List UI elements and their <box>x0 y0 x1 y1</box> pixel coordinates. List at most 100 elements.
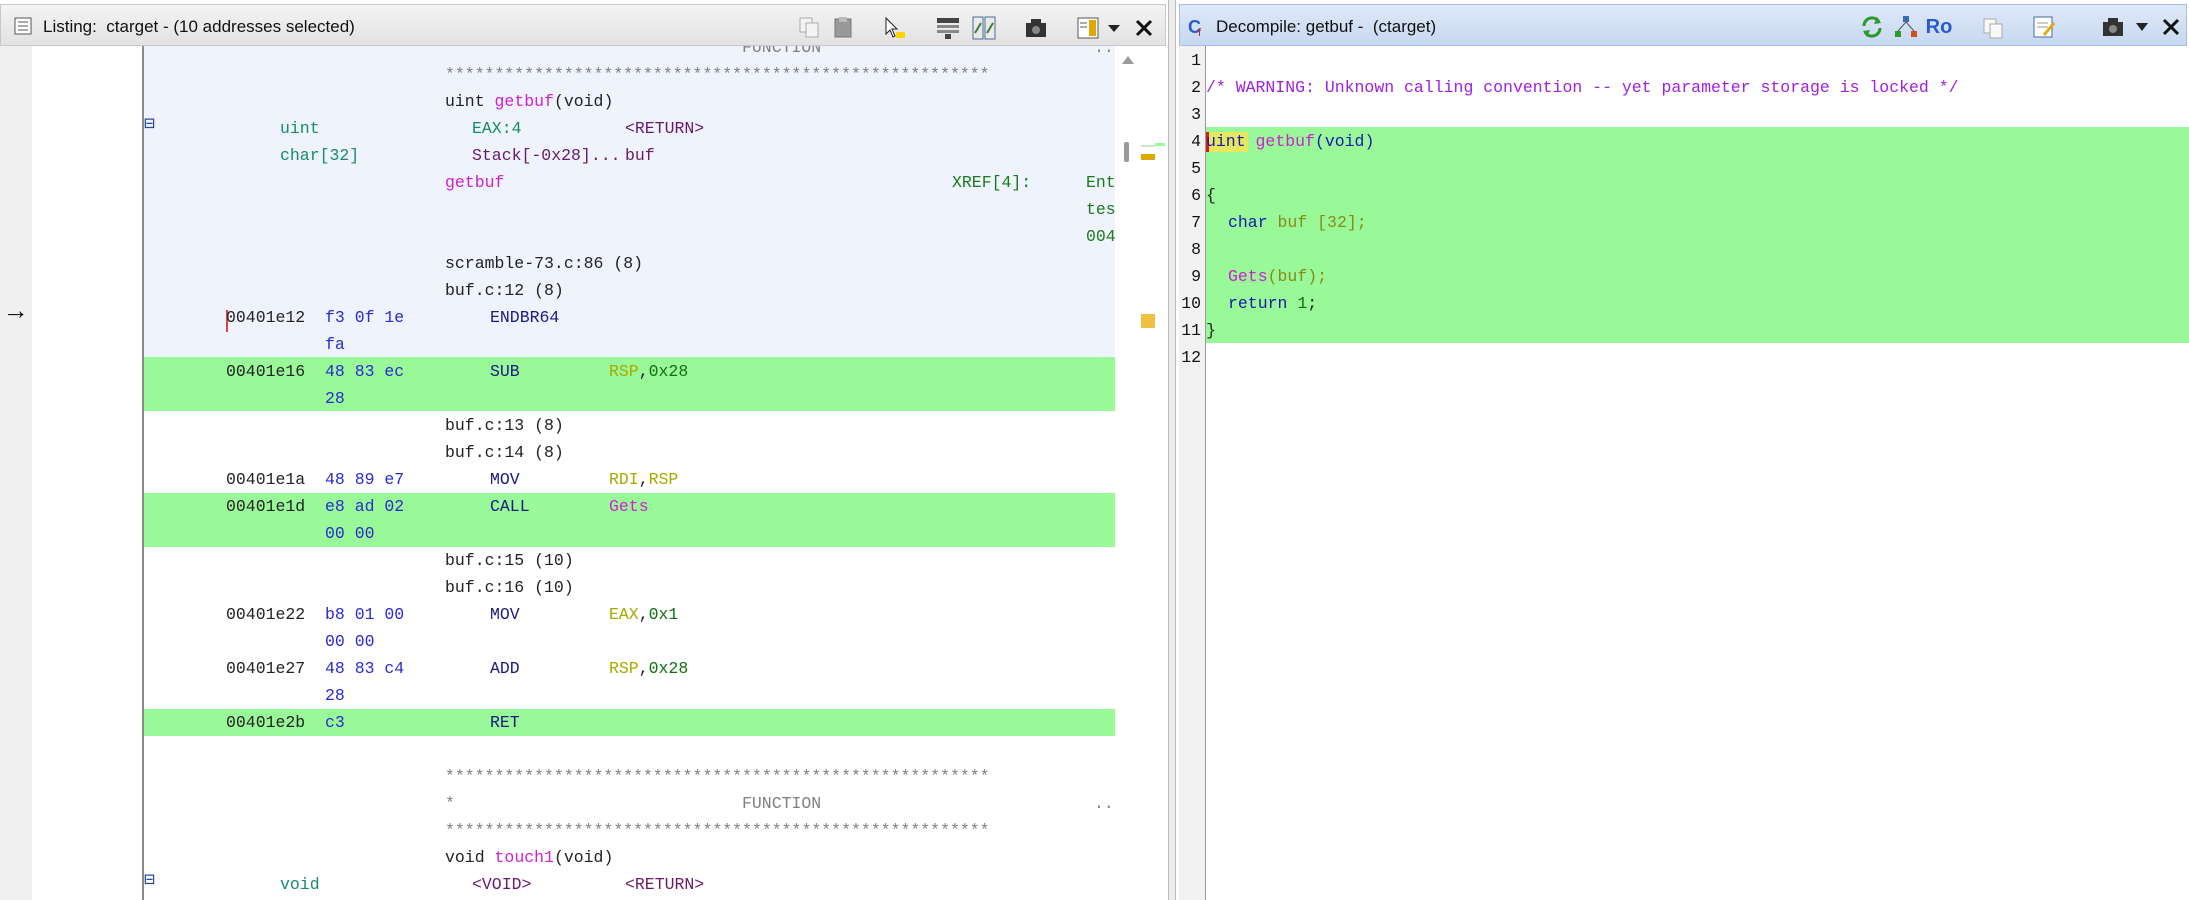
selection-marker <box>1141 145 1155 147</box>
decompile-icon: Cf <box>1186 15 1210 39</box>
instruction-bytes: 48 83 ec <box>325 362 405 381</box>
function-tag: FUNCTION <box>742 794 822 813</box>
instruction-bytes: b8 01 00 <box>325 605 405 624</box>
graph-icon[interactable] <box>1893 14 1919 40</box>
source-line: buf.c:12 (8) <box>445 281 564 300</box>
display-mode-icon[interactable] <box>1075 15 1101 41</box>
instruction-mnemonic[interactable]: MOV <box>490 470 520 490</box>
instruction-bytes: 48 89 e7 <box>325 470 405 489</box>
local-name[interactable]: buf <box>625 146 655 166</box>
field-select-icon[interactable] <box>935 15 961 41</box>
copy-icon[interactable] <box>1980 15 2006 41</box>
header-star: * <box>445 46 455 57</box>
refresh-icon[interactable] <box>1859 14 1885 40</box>
instruction-operands[interactable]: EAX,0x1 <box>609 605 678 625</box>
svg-text:f: f <box>1198 27 1202 38</box>
listing-icon <box>13 16 33 36</box>
line-number: 6 <box>1191 186 1201 205</box>
readonly-icon[interactable]: Ro <box>1924 14 1954 40</box>
instruction-mnemonic[interactable]: SUB <box>490 362 520 382</box>
selection-marker <box>1155 143 1165 146</box>
listing-titlebar: Listing: ctarget - (10 addresses selecte… <box>0 4 1166 46</box>
decompiled-code[interactable]: /* WARNING: Unknown calling convention -… <box>1206 46 2189 900</box>
gets-call[interactable]: Gets(buf); <box>1228 267 1327 287</box>
diff-icon[interactable] <box>971 15 997 41</box>
return-storage: EAX:4 <box>472 119 522 138</box>
dropdown-icon[interactable] <box>1105 15 1123 41</box>
xref-entry[interactable]: Ent <box>1086 173 1115 193</box>
instruction-bytes: 48 83 c4 <box>325 659 405 678</box>
instruction-operands[interactable]: RSP,0x28 <box>609 659 688 679</box>
dropdown-icon[interactable] <box>2132 14 2152 40</box>
header-ellipsis: ... <box>1094 46 1115 57</box>
line-number: 4 <box>1191 132 1201 151</box>
instruction-address[interactable]: 00401e1d <box>226 497 305 517</box>
warning-comment: /* WARNING: Unknown calling convention -… <box>1206 78 1959 97</box>
instruction-mnemonic[interactable]: ADD <box>490 659 520 679</box>
line-number: 2 <box>1191 78 1201 97</box>
function-signature[interactable]: void touch1(void) <box>445 848 613 868</box>
copy-icon[interactable] <box>797 15 821 39</box>
return-type: uint <box>280 119 320 138</box>
snapshot-icon[interactable] <box>1023 15 1049 41</box>
close-icon[interactable] <box>2158 14 2184 40</box>
collapse-icon[interactable]: ⊟ <box>144 115 155 135</box>
panel-divider[interactable] <box>1168 0 1176 900</box>
source-line: buf.c:15 (10) <box>445 551 574 570</box>
instruction-address[interactable]: 00401e2b <box>226 713 305 733</box>
instruction-address[interactable]: 00401e22 <box>226 605 305 625</box>
call-target[interactable]: Gets <box>609 497 649 517</box>
line-number: 11 <box>1181 321 1201 340</box>
instruction-operands[interactable]: RSP,0x28 <box>609 362 688 382</box>
listing-scrollbar[interactable] <box>1115 46 1167 900</box>
instruction-bytes: 00 00 <box>325 632 375 651</box>
edit-icon[interactable] <box>2031 14 2057 40</box>
line-number: 7 <box>1191 213 1201 232</box>
cursor-select-icon[interactable] <box>881 15 907 41</box>
listing-content[interactable]: * FUNCTION ... *************************… <box>144 46 1115 900</box>
scroll-thumb[interactable] <box>1124 142 1129 162</box>
header-stars: ****************************************… <box>445 821 990 840</box>
instruction-mnemonic[interactable]: CALL <box>490 497 530 517</box>
instruction-bytes: 28 <box>325 389 345 408</box>
instruction-mnemonic[interactable]: RET <box>490 713 520 733</box>
source-line: buf.c:16 (10) <box>445 578 574 597</box>
decompile-title: Decompile: getbuf - (ctarget) <box>1216 17 1437 36</box>
snapshot-icon[interactable] <box>2100 14 2126 40</box>
instruction-address[interactable]: 00401e1a <box>226 470 305 490</box>
source-line: buf.c:14 (8) <box>445 443 564 462</box>
header-star: * <box>445 794 455 813</box>
listing-title: Listing: ctarget - (10 addresses selecte… <box>43 17 355 36</box>
open-brace: { <box>1206 186 1216 205</box>
function-signature[interactable]: uint getbuf(void) <box>445 92 613 112</box>
xref-entry[interactable]: tes <box>1086 200 1115 220</box>
source-line: scramble-73.c:86 (8) <box>445 254 644 273</box>
function-label[interactable]: getbuf <box>445 173 504 193</box>
instruction-address[interactable]: 00401e16 <box>226 362 305 382</box>
close-brace: } <box>1206 321 1216 340</box>
paste-icon[interactable] <box>831 15 855 39</box>
instruction-bytes: 00 00 <box>325 524 375 543</box>
xref-entry[interactable]: 004 <box>1086 227 1115 247</box>
instruction-mnemonic[interactable]: ENDBR64 <box>490 308 559 328</box>
collapse-icon[interactable]: ⊟ <box>144 871 155 891</box>
local-declaration[interactable]: char buf [32]; <box>1228 213 1367 233</box>
instruction-bytes: e8 ad 02 <box>325 497 405 516</box>
close-icon[interactable] <box>1131 15 1157 41</box>
instruction-operands[interactable]: RDI,RSP <box>609 470 678 490</box>
source-line: buf.c:13 (8) <box>445 416 564 435</box>
scroll-up-icon[interactable] <box>1121 52 1135 70</box>
current-location-arrow: → <box>8 297 24 327</box>
instruction-address[interactable]: 00401e27 <box>226 659 305 679</box>
header-stars: ****************************************… <box>445 65 990 84</box>
line-number: 1 <box>1191 51 1201 70</box>
instruction-address[interactable]: 00401e12 <box>226 308 305 328</box>
instruction-mnemonic[interactable]: MOV <box>490 605 520 625</box>
return-statement[interactable]: return 1; <box>1228 294 1317 314</box>
decompile-titlebar: Cf Decompile: getbuf - (ctarget) Ro <box>1179 4 2187 46</box>
listing-panel: Listing: ctarget - (10 addresses selecte… <box>0 0 1168 900</box>
line-number: 12 <box>1181 348 1201 367</box>
line-number: 5 <box>1191 159 1201 178</box>
function-signature[interactable]: uint getbuf(void) <box>1206 132 1374 152</box>
xref-label: XREF[4]: <box>952 173 1032 192</box>
